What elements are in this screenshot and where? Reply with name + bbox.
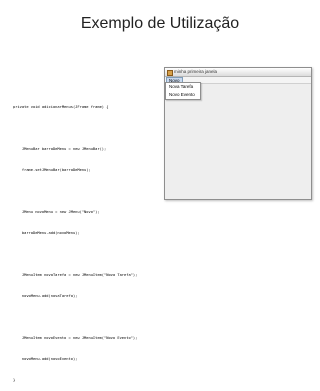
window-titlebar[interactable]: minha primeira janela — [165, 68, 311, 77]
code-line: JMenuItem novoEvento = new JMenuItem("No… — [13, 336, 138, 340]
code-line: } — [13, 378, 16, 382]
code-line: barraDeMenu.add(novoMenu); — [13, 231, 80, 235]
java-cup-icon — [167, 70, 173, 76]
code-line: novoMenu.add(novaTarefa); — [13, 294, 78, 298]
code-line: JMenuBar barraDeMenu = new JMenuBar(); — [13, 147, 107, 151]
menu-item-nova-tarefa[interactable]: Nova Tarefa — [166, 83, 200, 91]
dropdown-menu: Nova Tarefa Novo Evento — [165, 82, 201, 100]
code-line: JMenu novoMenu = new JMenu("Novo"); — [13, 210, 100, 214]
code-line: novoMenu.add(novoEvento); — [13, 357, 78, 361]
code-listing: private void adicionarMenus(JFrame frame… — [13, 90, 163, 391]
menu-item-novo-evento[interactable]: Novo Evento — [166, 91, 200, 99]
code-line: private void adicionarMenus(JFrame frame… — [13, 105, 109, 109]
code-line: frame.setJMenuBar(barraDeMenu); — [13, 168, 91, 172]
code-line: JMenuItem novaTarefa = new JMenuItem("No… — [13, 273, 138, 277]
window-title: minha primeira janela — [174, 69, 218, 74]
slide-title: Exemplo de Utilização — [80, 15, 240, 32]
